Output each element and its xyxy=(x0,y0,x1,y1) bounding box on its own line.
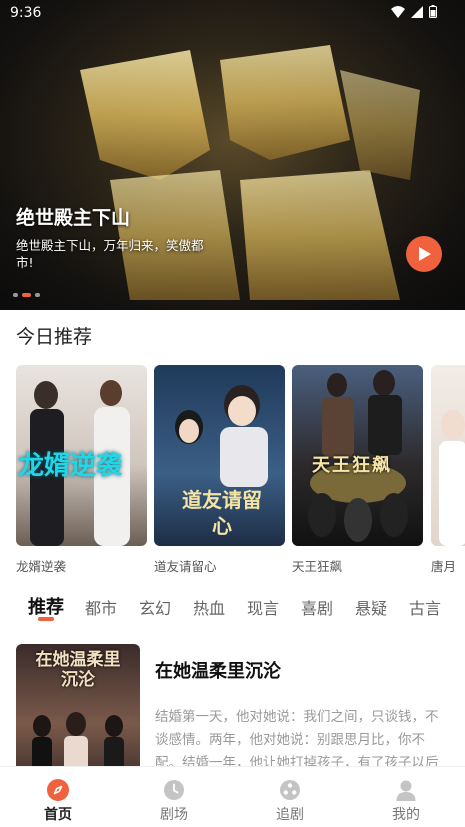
battery-icon xyxy=(429,5,437,18)
feature-title: 在她温柔里沉沦 xyxy=(155,661,281,682)
drama-title: 唐月 xyxy=(431,559,457,574)
nav-theater-label: 剧场 xyxy=(160,807,188,823)
bottom-navigation: 首页 剧场 追剧 我的 xyxy=(0,766,465,827)
carousel-dot xyxy=(35,293,40,297)
drama-card[interactable]: 天王狂飙 天王狂飙 xyxy=(292,365,423,575)
status-bar: 9:36 xyxy=(0,0,465,26)
tab-action[interactable]: 热血 xyxy=(193,595,225,619)
drama-card[interactable]: 道友请留心 道友请留心 xyxy=(154,365,285,575)
drama-card[interactable]: 唐月 xyxy=(431,365,465,575)
featured-banner[interactable]: 9:36 绝世殿主下山 绝世殿主下山，万年归来，笑傲都市! xyxy=(0,0,465,310)
nav-following-label: 追剧 xyxy=(276,807,304,823)
poster-title: 在她温柔里沉沦 xyxy=(35,650,121,690)
drama-card[interactable]: 龙婿逆袭 龙婿逆袭 xyxy=(16,365,147,575)
tab-comedy[interactable]: 喜剧 xyxy=(301,595,333,619)
drama-poster: 天王狂飙 xyxy=(292,365,423,546)
compass-icon xyxy=(47,779,69,801)
tab-fantasy[interactable]: 玄幻 xyxy=(139,595,171,619)
drama-poster xyxy=(431,365,465,546)
drama-title: 龙婿逆袭 xyxy=(16,559,67,574)
nav-profile-label: 我的 xyxy=(392,807,420,823)
drama-title: 天王狂飙 xyxy=(292,559,343,574)
tab-modern-romance[interactable]: 现言 xyxy=(247,595,279,619)
carousel-indicator xyxy=(13,293,40,297)
drama-poster: 龙婿逆袭 xyxy=(16,365,147,546)
user-icon xyxy=(396,780,416,801)
wifi-icon xyxy=(391,5,405,18)
active-tab-indicator xyxy=(38,617,54,621)
banner-description: 绝世殿主下山，万年归来，笑傲都市! xyxy=(16,238,204,270)
clock-icon xyxy=(164,780,184,800)
poster-title: 道友请留心 xyxy=(182,488,262,538)
tab-urban[interactable]: 都市 xyxy=(85,595,117,619)
tab-ancient-romance[interactable]: 古言 xyxy=(409,595,441,619)
play-icon xyxy=(419,247,431,261)
status-icons xyxy=(391,5,437,18)
banner-title: 绝世殿主下山 xyxy=(16,207,131,229)
play-button[interactable] xyxy=(406,236,442,272)
category-tabs: 推荐 都市 玄幻 热血 现言 喜剧 悬疑 古言 xyxy=(0,591,465,625)
poster-title: 天王狂飙 xyxy=(312,455,392,476)
feature-poster: 在她温柔里沉沦 xyxy=(16,644,140,766)
recommendation-list: 龙婿逆袭 龙婿逆袭 道友请留心 道友请留心 天王狂飙 天王狂飙 唐月 xyxy=(16,365,465,585)
drama-poster: 道友请留心 xyxy=(154,365,285,546)
carousel-dot-active xyxy=(22,293,31,297)
nav-home[interactable]: 首页 xyxy=(18,779,98,824)
film-reel-icon xyxy=(280,780,300,800)
nav-following[interactable]: 追剧 xyxy=(250,779,330,824)
nav-profile[interactable]: 我的 xyxy=(366,779,446,824)
poster-figures xyxy=(439,410,465,546)
tab-recommended[interactable]: 推荐 xyxy=(28,593,64,619)
carousel-dot xyxy=(13,293,18,297)
signal-icon xyxy=(411,5,423,18)
feature-description: 结婚第一天，他对她说：我们之间，只谈钱，不谈感情。两年，他对她说：别跟思月比，你… xyxy=(155,709,439,766)
nav-home-label: 首页 xyxy=(44,807,72,823)
status-time: 9:36 xyxy=(10,5,42,21)
tab-suspense[interactable]: 悬疑 xyxy=(355,595,387,619)
section-title: 今日推荐 xyxy=(16,326,93,348)
nav-theater[interactable]: 剧场 xyxy=(134,779,214,824)
feature-item[interactable]: 在她温柔里沉沦 在她温柔里沉沦 结婚第一天，他对她说：我们之间，只谈钱，不谈感情… xyxy=(16,644,465,766)
drama-title: 道友请留心 xyxy=(154,559,217,574)
poster-title: 龙婿逆袭 xyxy=(18,451,123,481)
